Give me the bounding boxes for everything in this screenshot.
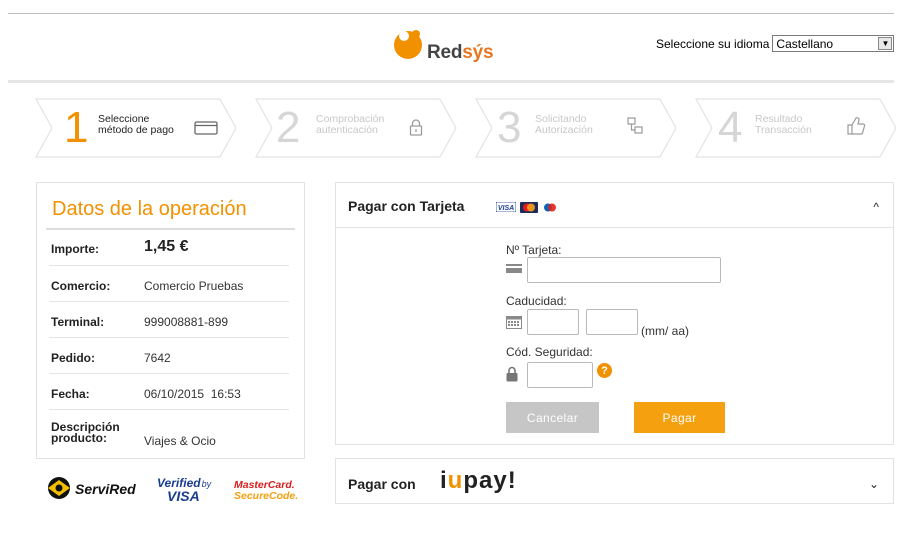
step-2-label: Comprobación autenticación bbox=[316, 113, 385, 136]
calendar-icon bbox=[506, 316, 522, 329]
iupay-payment-panel[interactable]: Pagar con iupay! ⌄ bbox=[335, 458, 894, 504]
maestro-icon bbox=[541, 202, 559, 213]
iupay-logo: iupay! bbox=[440, 467, 517, 494]
operation-row-order: Pedido: 7642 bbox=[49, 339, 289, 374]
step-3-label: Solicitando Autorización bbox=[535, 113, 593, 136]
lock-icon bbox=[506, 366, 518, 382]
help-icon[interactable]: ? bbox=[597, 363, 612, 378]
language-select[interactable]: Castellano ▼ bbox=[772, 35, 895, 52]
step-3-number: 3 bbox=[497, 103, 522, 152]
security-code-input[interactable] bbox=[527, 362, 593, 388]
language-label: Seleccione su idioma bbox=[656, 36, 770, 51]
security-code-label: Cód. Seguridad: bbox=[506, 345, 593, 359]
verified-by-visa-logo: Verifiedby VISA bbox=[157, 476, 212, 504]
operation-details-panel: Datos de la operación Importe: 1,45 € Co… bbox=[36, 182, 305, 459]
card-payment-panel: Pagar con Tarjeta VISA ^ Nº Tarjeta: Cad… bbox=[335, 182, 894, 445]
row-key: Terminal: bbox=[51, 315, 105, 329]
iupay-title: Pagar con bbox=[348, 476, 416, 492]
padlock-icon bbox=[409, 119, 423, 136]
security-logos: ServiRed Verifiedby VISA MasterCard. Sec… bbox=[44, 474, 304, 510]
servired-logo-text: ServiRed bbox=[75, 481, 136, 497]
row-value: Comercio Pruebas bbox=[144, 279, 244, 293]
thumbs-up-icon bbox=[847, 117, 866, 135]
step-4-number: 4 bbox=[718, 103, 743, 152]
operation-row-merchant: Comercio: Comercio Pruebas bbox=[49, 267, 289, 302]
row-key: Fecha: bbox=[51, 387, 90, 401]
chevron-down-icon[interactable]: ▼ bbox=[878, 37, 893, 50]
chevron-down-icon[interactable]: ⌄ bbox=[869, 477, 879, 491]
redsys-logo-text: Redsýs bbox=[427, 42, 494, 63]
step-4-label: Resultado Transacción bbox=[755, 113, 812, 136]
visa-card-icon: VISA bbox=[496, 202, 516, 212]
svg-text:VISA: VISA bbox=[498, 205, 514, 212]
row-value: Viajes & Ocio bbox=[144, 434, 216, 448]
operation-title: Datos de la operación bbox=[52, 198, 247, 220]
card-payment-title: Pagar con Tarjeta bbox=[348, 198, 465, 214]
expiry-year-input[interactable] bbox=[586, 309, 638, 335]
card-number-icon bbox=[506, 264, 522, 273]
network-icon bbox=[627, 117, 643, 134]
operation-row-terminal: Terminal: 999008881-899 bbox=[49, 303, 289, 338]
redsys-logo-mark bbox=[394, 30, 422, 59]
row-key: Importe: bbox=[51, 242, 99, 256]
expiry-format-hint: (mm/ aa) bbox=[641, 324, 689, 338]
operation-row-date: Fecha: 06/10/2015 16:53 bbox=[49, 375, 289, 410]
expiry-month-input[interactable] bbox=[527, 309, 579, 335]
language-selected-value: Castellano bbox=[776, 36, 834, 51]
expiry-label: Caducidad: bbox=[506, 294, 567, 308]
card-number-label: Nº Tarjeta: bbox=[506, 243, 562, 257]
mastercard-securecode-logo: MasterCard. SecureCode. bbox=[234, 479, 299, 502]
card-payment-header[interactable]: Pagar con Tarjeta VISA ^ bbox=[336, 183, 893, 228]
language-selector: Seleccione su idioma Castellano ▼ bbox=[656, 35, 895, 52]
row-value: 999008881-899 bbox=[144, 315, 229, 329]
operation-row-description: Descripción producto: Viajes & Ocio bbox=[49, 411, 289, 455]
credit-card-icon bbox=[194, 121, 218, 135]
header-separator bbox=[8, 80, 894, 83]
step-2-number: 2 bbox=[276, 103, 301, 152]
servired-logo-icon bbox=[48, 477, 70, 499]
pay-button[interactable]: Pagar bbox=[634, 402, 725, 433]
card-number-input[interactable] bbox=[527, 257, 721, 283]
row-value: 06/10/2015 16:53 bbox=[144, 387, 241, 401]
row-value: 1,45 € bbox=[144, 238, 189, 255]
top-divider bbox=[8, 13, 894, 14]
cancel-button[interactable]: Cancelar bbox=[506, 402, 599, 433]
operation-row-amount: Importe: 1,45 € bbox=[49, 231, 289, 266]
title-underline bbox=[46, 228, 295, 230]
progress-steps: 1 Seleccione método de pago 2 Comprobaci… bbox=[0, 97, 901, 159]
row-key: Comercio: bbox=[51, 279, 111, 293]
row-value: 7642 bbox=[144, 351, 171, 365]
row-key: Pedido: bbox=[51, 351, 95, 365]
row-key: Descripción producto: bbox=[51, 420, 120, 445]
step-1-label: Seleccione método de pago bbox=[98, 113, 174, 136]
step-1-number: 1 bbox=[64, 103, 89, 152]
chevron-up-icon[interactable]: ^ bbox=[873, 200, 879, 214]
redsys-logo: Redsýs bbox=[390, 26, 520, 66]
mastercard-icon bbox=[520, 202, 538, 213]
